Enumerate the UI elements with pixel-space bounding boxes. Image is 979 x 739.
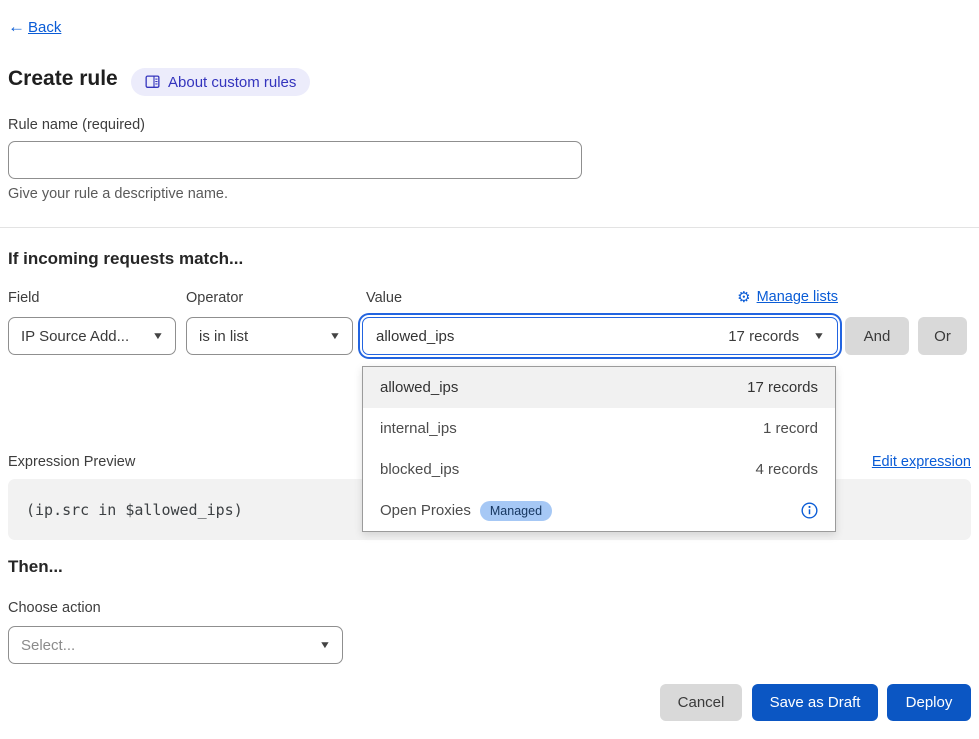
chevron-down-icon: ▼ [319,640,331,651]
list-item-internal-ips[interactable]: internal_ips 1 record [363,408,835,449]
field-select-value: IP Source Add... [21,328,129,345]
expression-code: (ip.src in $allowed_ips) [26,501,243,519]
list-item-records: 17 records [747,379,818,396]
manage-lists-link[interactable]: ⚙ Manage lists [737,289,838,305]
list-item-allowed-ips[interactable]: allowed_ips 17 records [363,367,835,408]
rule-name-helper-text: Give your rule a descriptive name. [8,186,228,202]
back-arrow-icon: ← [8,17,25,37]
back-link[interactable]: ← Back [8,17,61,37]
info-icon[interactable] [801,502,818,519]
deploy-button[interactable]: Deploy [887,684,971,721]
action-select-placeholder: Select... [21,637,75,654]
value-records-count: 17 records [728,328,799,345]
page-title: Create rule [8,67,118,91]
chevron-down-icon: ▼ [329,331,341,342]
list-item-name: internal_ips [380,420,457,437]
manage-lists-label: Manage lists [757,289,838,305]
back-link-label: Back [28,19,61,36]
operator-column-label: Operator [186,290,243,306]
and-button[interactable]: And [845,317,909,355]
gear-icon: ⚙ [737,290,750,305]
rule-name-input[interactable] [8,141,582,179]
value-combobox[interactable]: allowed_ips 17 records ▼ [362,317,838,355]
choose-action-label: Choose action [8,600,101,616]
managed-badge: Managed [480,501,552,521]
operator-select-value: is in list [199,328,248,345]
operator-select[interactable]: is in list ▼ [186,317,353,355]
field-select[interactable]: IP Source Add... ▼ [8,317,176,355]
list-item-name: allowed_ips [380,379,458,396]
value-combobox-selected: allowed_ips [376,328,454,345]
list-item-records: 4 records [755,461,818,478]
chevron-down-icon: ▼ [152,331,164,342]
action-select[interactable]: Select... ▼ [8,626,343,664]
value-dropdown-menu: allowed_ips 17 records internal_ips 1 re… [362,366,836,532]
list-item-records: 1 record [763,420,818,437]
edit-expression-link[interactable]: Edit expression [872,454,971,470]
save-as-draft-button[interactable]: Save as Draft [752,684,878,721]
or-button[interactable]: Or [918,317,967,355]
about-custom-rules-label: About custom rules [168,74,296,91]
list-item-name: Open Proxies [380,502,471,519]
list-item-blocked-ips[interactable]: blocked_ips 4 records [363,449,835,490]
cancel-button[interactable]: Cancel [660,684,742,721]
value-column-label: Value [366,290,402,306]
about-custom-rules-link[interactable]: About custom rules [131,68,310,96]
chevron-down-icon: ▼ [813,331,825,342]
field-column-label: Field [8,290,39,306]
list-item-open-proxies[interactable]: Open Proxies Managed [363,490,835,531]
match-section-heading: If incoming requests match... [8,249,243,269]
create-rule-page: ← Back Create rule About custom rules Ru… [0,0,979,739]
rule-name-label: Rule name (required) [8,117,145,133]
then-section-heading: Then... [8,557,63,577]
section-divider [0,227,979,228]
book-icon [145,75,160,89]
list-item-name: blocked_ips [380,461,459,478]
expression-preview-label: Expression Preview [8,454,135,470]
